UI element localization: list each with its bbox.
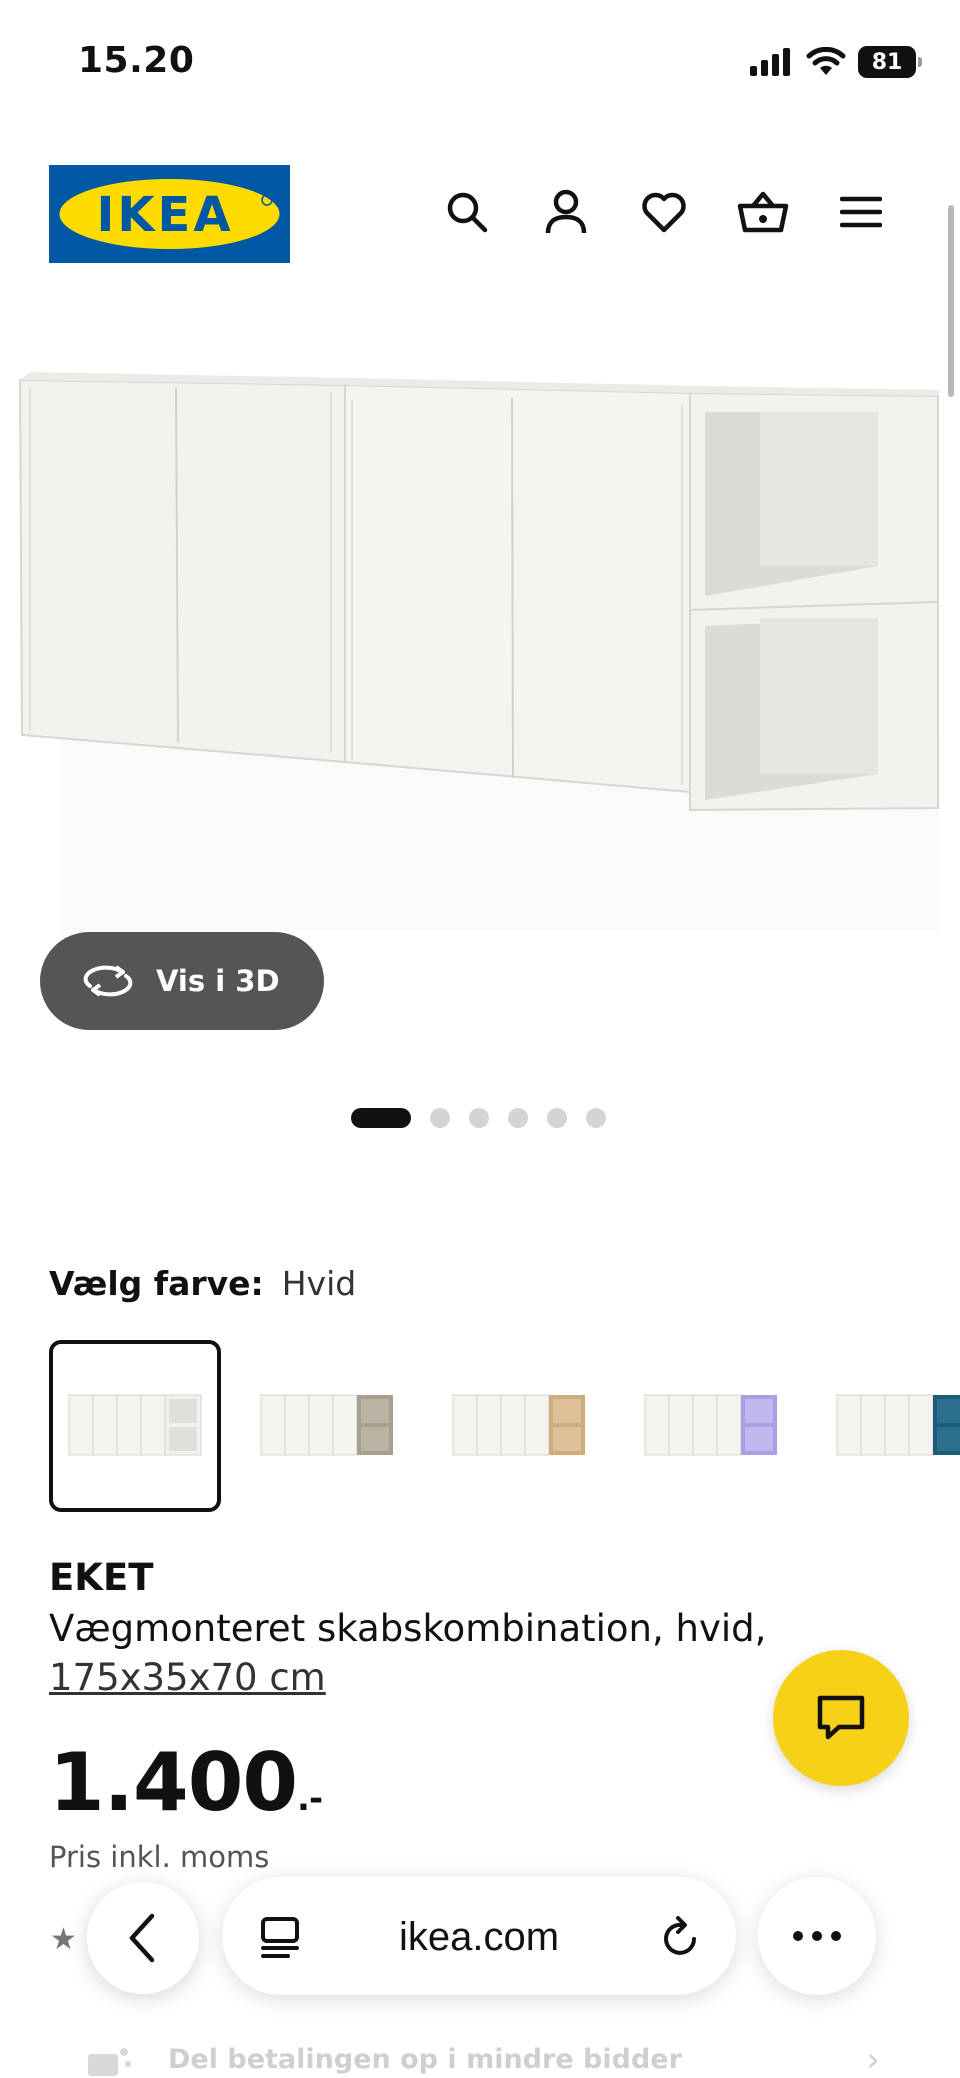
carousel-dot-4[interactable] [508,1108,528,1128]
carousel-dot-2[interactable] [430,1108,450,1128]
signal-icon [750,48,790,76]
swatch-egetrae[interactable] [433,1340,605,1512]
carousel-dot-6[interactable] [586,1108,606,1128]
ikea-logo[interactable]: IKEA [49,165,290,263]
product-description-text: Vægmonteret skabskombination, hvid, [49,1607,767,1650]
more-icon [793,1931,841,1941]
product-image[interactable] [0,300,960,940]
product-name: EKET [49,1556,154,1599]
chat-button[interactable] [773,1650,909,1786]
swatch-moerkeblaa[interactable] [817,1340,960,1512]
chat-icon [817,1695,865,1740]
star-icon: ★ [50,1922,77,1957]
heart-icon[interactable] [632,180,696,244]
price-suffix: .- [297,1779,323,1819]
payment-promo[interactable]: Del betalingen op i mindre bidder › [0,2030,960,2078]
svg-text:IKEA: IKEA [97,187,234,243]
swatch-hvid[interactable] [49,1340,221,1512]
payment-icon [88,2048,131,2076]
address-bar[interactable]: ikea.com [222,1877,736,1995]
product-size-link[interactable]: 175x35x70 cm [49,1653,809,1702]
color-label: Vælg farve: [49,1264,264,1303]
carousel-dots [351,1108,606,1128]
menu-icon[interactable] [829,180,893,244]
status-bar: 15.20 81 [0,0,960,120]
color-swatches [49,1340,960,1512]
basket-icon[interactable] [731,180,795,244]
carousel-dot-5[interactable] [547,1108,567,1128]
rotate-3d-icon [83,965,133,997]
site-header: IKEA [0,150,960,280]
search-icon[interactable] [435,180,499,244]
status-time: 15.20 [78,40,195,81]
product-description: Vægmonteret skabskombination, hvid, 175x… [49,1604,809,1702]
view-3d-button[interactable]: Vis i 3D [40,932,324,1030]
status-icons: 81 [750,44,922,80]
chevron-left-icon [129,1913,155,1963]
chevron-right-icon: › [866,2040,880,2078]
battery-indicator: 81 [858,46,922,78]
swatch-graa-beige[interactable] [241,1340,413,1512]
color-selector-label: Vælg farve: Hvid [49,1264,356,1303]
payment-promo-text: Del betalingen op i mindre bidder [168,2044,682,2075]
account-icon[interactable] [534,180,598,244]
product-price: 1.400.- [49,1736,323,1829]
swatch-lilla[interactable] [625,1340,797,1512]
view-3d-label: Vis i 3D [156,964,280,998]
carousel-dot-1[interactable] [351,1108,411,1128]
carousel-dot-3[interactable] [469,1108,489,1128]
price-note: Pris inkl. moms [49,1840,270,1874]
wifi-icon [806,47,846,75]
browser-back-button[interactable] [87,1882,199,1994]
reload-icon[interactable] [658,1915,702,1959]
color-value: Hvid [281,1264,357,1303]
browser-more-button[interactable] [758,1877,876,1995]
battery-level: 81 [871,49,903,75]
price-value: 1.400 [49,1736,298,1829]
